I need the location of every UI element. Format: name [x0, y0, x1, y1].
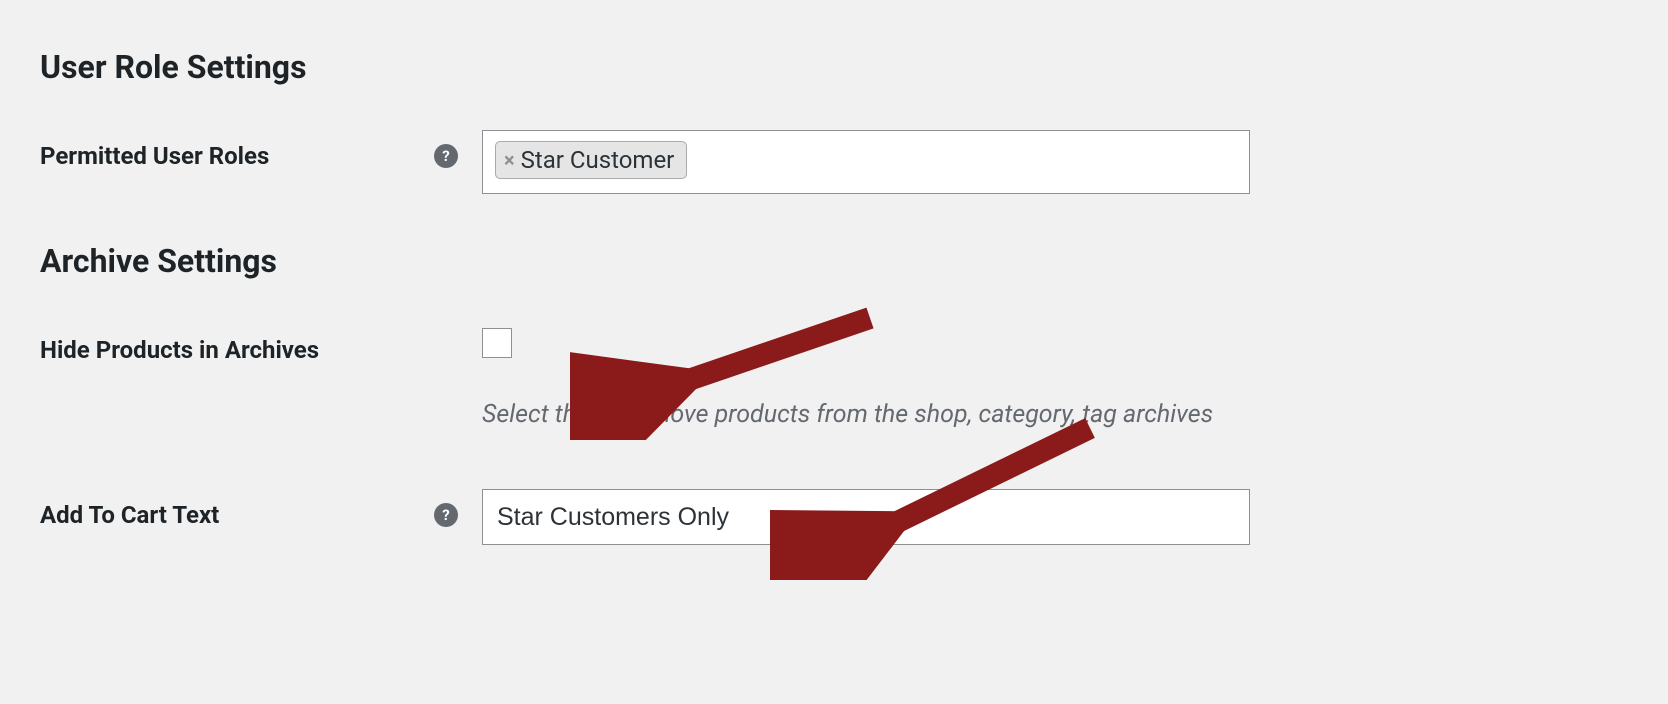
label-permitted-user-roles: Permitted User Roles: [40, 142, 434, 170]
section-title-user-role-settings: User Role Settings: [40, 48, 1628, 86]
add-to-cart-text-input[interactable]: [482, 489, 1250, 545]
row-permitted-user-roles: Permitted User Roles ? × Star Customer: [40, 130, 1628, 194]
label-hide-products-in-archives: Hide Products in Archives: [40, 336, 470, 364]
tag-label: Star Customer: [521, 146, 675, 174]
tag-star-customer: × Star Customer: [495, 141, 687, 179]
hide-in-archives-description: Select this to remove products from the …: [482, 400, 1250, 429]
hide-in-archives-checkbox[interactable]: [482, 328, 512, 358]
help-icon[interactable]: ?: [434, 144, 458, 168]
row-hide-products-in-archives: Hide Products in Archives Select this to…: [40, 324, 1628, 429]
section-title-archive-settings: Archive Settings: [40, 242, 1628, 280]
row-add-to-cart-text: Add To Cart Text ?: [40, 489, 1628, 545]
permitted-user-roles-input[interactable]: × Star Customer: [482, 130, 1250, 194]
label-add-to-cart-text: Add To Cart Text: [40, 501, 434, 529]
help-icon[interactable]: ?: [434, 503, 458, 527]
tag-remove-icon[interactable]: ×: [504, 150, 515, 170]
